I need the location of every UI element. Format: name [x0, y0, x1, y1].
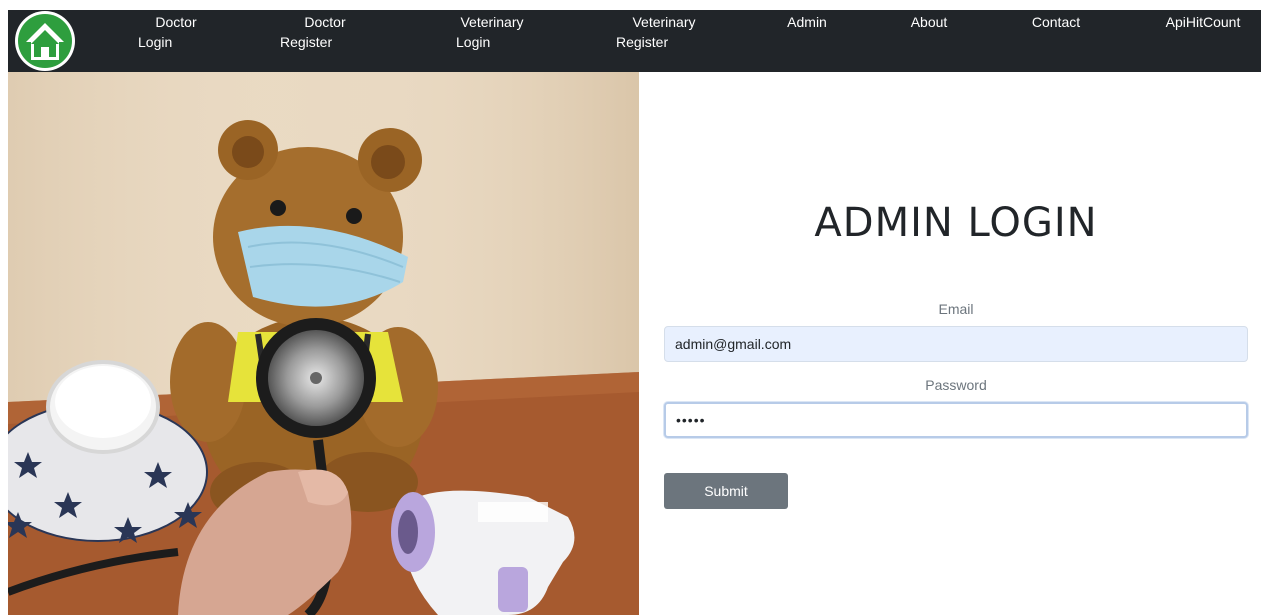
password-label: Password — [925, 377, 987, 393]
nav-admin[interactable]: Admin — [782, 12, 832, 32]
nav-label: Doctor — [155, 14, 197, 30]
nav-label: Register — [616, 34, 669, 50]
page-title: ADMIN LOGIN — [814, 200, 1098, 246]
hero-image — [8, 72, 639, 615]
top-navbar: Doctor Login Doctor Register Veterinary … — [8, 10, 1261, 72]
nav-apihitcount[interactable]: ApiHitCount — [1158, 12, 1248, 32]
nav-veterinary-login[interactable]: Veterinary Login — [450, 12, 534, 52]
nav-veterinary-register[interactable]: Veterinary Register — [616, 12, 712, 52]
nav-about[interactable]: About — [904, 12, 954, 32]
nav-label: ApiHitCount — [1165, 14, 1241, 30]
nav-label: Register — [280, 34, 333, 50]
submit-button[interactable]: Submit — [664, 473, 788, 509]
nav-label: Login — [138, 34, 173, 50]
home-icon[interactable] — [14, 10, 76, 72]
nav-doctor-register[interactable]: Doctor Register — [280, 12, 370, 52]
nav-label: Doctor — [304, 14, 346, 30]
nav-label: Veterinary — [460, 14, 524, 30]
nav-label: Contact — [1031, 14, 1081, 30]
nav-label: Veterinary — [632, 14, 696, 30]
nav-label: About — [910, 14, 948, 30]
nav-doctor-login[interactable]: Doctor Login — [136, 12, 216, 52]
email-label: Email — [938, 301, 974, 317]
password-field[interactable] — [664, 402, 1248, 438]
email-field[interactable] — [664, 326, 1248, 362]
nav-contact[interactable]: Contact — [1024, 12, 1088, 32]
nav-label: Login — [456, 34, 491, 50]
nav-label: Admin — [787, 14, 827, 30]
